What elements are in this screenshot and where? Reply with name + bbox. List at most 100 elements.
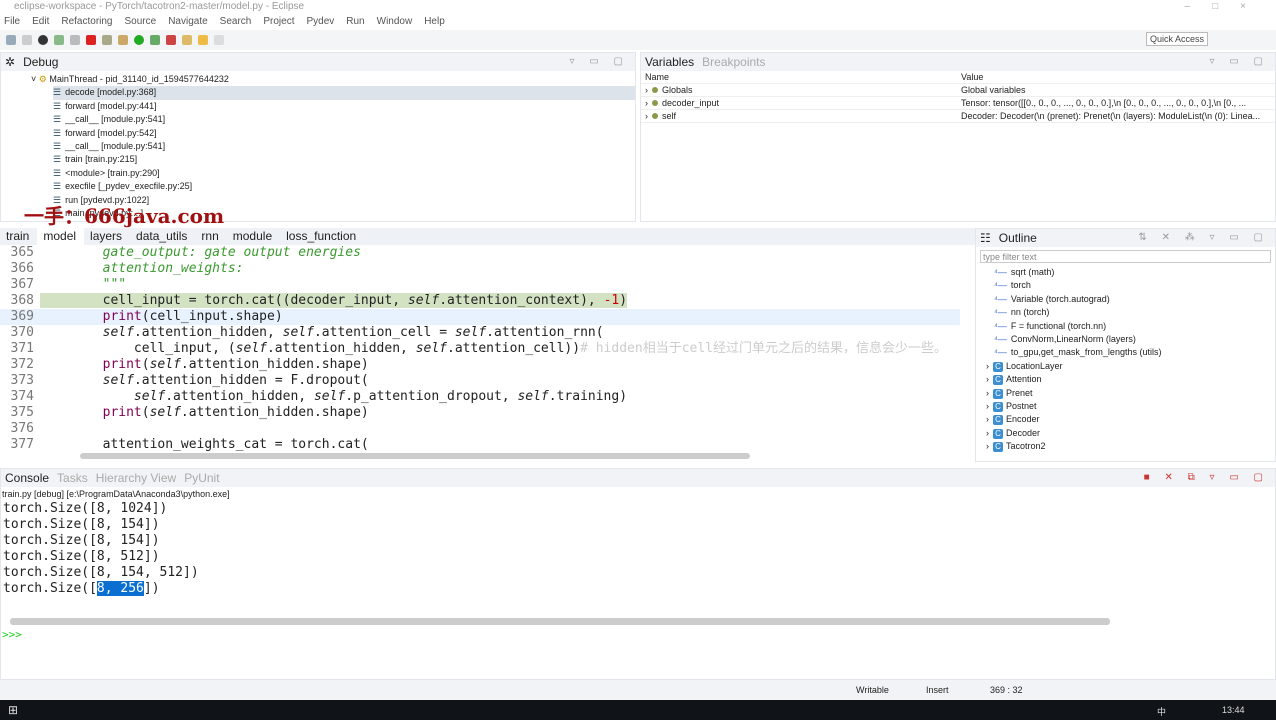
- outline-import[interactable]: ⁴— to_gpu,get_mask_from_lengths (utils): [976, 346, 1275, 359]
- menu-edit[interactable]: Edit: [32, 14, 49, 29]
- menu-window[interactable]: Window: [377, 14, 413, 29]
- line-number: 371: [10, 341, 34, 356]
- view-controls[interactable]: ▿ ▭ ▢: [570, 56, 629, 67]
- console-horizontal-scrollbar[interactable]: [10, 618, 1110, 625]
- expand-icon[interactable]: ›: [986, 374, 989, 384]
- menu-project[interactable]: Project: [263, 14, 294, 29]
- menu-navigate[interactable]: Navigate: [168, 14, 207, 29]
- stack-frame[interactable]: ☰ <module> [train.py:290]: [53, 167, 635, 180]
- menu-pydev[interactable]: Pydev: [306, 14, 334, 29]
- step-into-icon[interactable]: [102, 35, 112, 45]
- stack-frame[interactable]: ☰ __call__ [module.py:541]: [53, 113, 635, 126]
- stack-frame[interactable]: ☰ decode [model.py:368]: [53, 86, 635, 100]
- tab-breakpoints[interactable]: Breakpoints: [702, 55, 765, 69]
- expand-icon[interactable]: ›: [986, 361, 989, 371]
- quick-access-field[interactable]: Quick Access: [1145, 32, 1208, 46]
- expand-icon[interactable]: ›: [645, 98, 648, 108]
- thread-item[interactable]: ˅ ⚙ MainThread - pid_31140_id_1594577644…: [31, 73, 635, 86]
- expand-icon[interactable]: ›: [986, 388, 989, 398]
- tab-loss_function[interactable]: loss_function: [280, 228, 364, 245]
- code-editor[interactable]: 365 gate_output: gate output energies 366…: [0, 245, 960, 451]
- tab-train[interactable]: train: [0, 228, 37, 245]
- menu-refactoring[interactable]: Refactoring: [61, 14, 112, 29]
- debug-config-icon[interactable]: [38, 35, 48, 45]
- suspend-icon[interactable]: [70, 35, 80, 45]
- code-token: self: [149, 405, 181, 420]
- expand-icon[interactable]: ›: [986, 428, 989, 438]
- tab-layers[interactable]: layers: [84, 228, 130, 245]
- tab-tasks[interactable]: Tasks: [57, 471, 88, 485]
- coverage-icon[interactable]: [150, 35, 160, 45]
- save-icon[interactable]: [22, 35, 32, 45]
- expand-icon[interactable]: ›: [986, 401, 989, 411]
- terminate-icon[interactable]: [86, 35, 96, 45]
- variable-row[interactable]: › Globals Global variables: [641, 83, 1275, 97]
- forward-icon[interactable]: [214, 35, 224, 45]
- outline-import[interactable]: ⁴— ConvNorm,LinearNorm (layers): [976, 333, 1275, 346]
- menu-source[interactable]: Source: [125, 14, 157, 29]
- outline-import[interactable]: ⁴— Variable (torch.autograd): [976, 293, 1275, 306]
- windows-start-icon[interactable]: ⊞: [8, 703, 18, 717]
- class-icon: C: [993, 415, 1003, 426]
- run-icon[interactable]: [134, 35, 144, 45]
- clock[interactable]: 13:44: [1222, 705, 1245, 715]
- console-controls[interactable]: ■ ✕ ⧉ ▿ ▭ ▢: [1144, 472, 1269, 483]
- resume-icon[interactable]: [54, 35, 64, 45]
- outline-class[interactable]: › C Tacotron2: [976, 440, 1275, 453]
- code-token: print: [102, 405, 142, 420]
- stack-frame[interactable]: ☰ forward [model.py:542]: [53, 127, 635, 140]
- tab-rnn[interactable]: rnn: [195, 228, 226, 245]
- stack-frame[interactable]: ☰ train [train.py:215]: [53, 153, 635, 166]
- editor-horizontal-scrollbar[interactable]: [80, 453, 750, 459]
- outline-import[interactable]: ⁴— nn (torch): [976, 306, 1275, 319]
- variable-row[interactable]: › self Decoder: Decoder(\n (prenet): Prene…: [641, 109, 1275, 123]
- back-icon[interactable]: [198, 35, 208, 45]
- menu-run[interactable]: Run: [346, 14, 364, 29]
- step-over-icon[interactable]: [118, 35, 128, 45]
- outline-import[interactable]: ⁴— torch: [976, 279, 1275, 292]
- menu-help[interactable]: Help: [424, 14, 445, 29]
- tab-pyunit[interactable]: PyUnit: [184, 471, 219, 485]
- menu-search[interactable]: Search: [220, 14, 252, 29]
- tab-outline[interactable]: Outline: [999, 231, 1037, 245]
- expand-icon[interactable]: ›: [986, 414, 989, 424]
- outline-import[interactable]: ⁴— sqrt (math): [976, 266, 1275, 279]
- stack-frame[interactable]: ☰ __call__ [module.py:541]: [53, 140, 635, 153]
- tab-debug[interactable]: Debug: [23, 55, 58, 69]
- tab-console[interactable]: Console: [5, 471, 49, 485]
- tab-variables[interactable]: Variables: [645, 55, 694, 69]
- ime-indicator[interactable]: 中: [1157, 705, 1166, 718]
- external-tools-icon[interactable]: [166, 35, 176, 45]
- title-bar: eclipse-workspace - PyTorch/tacotron2-ma…: [0, 0, 1276, 14]
- tab-module[interactable]: module: [227, 228, 280, 245]
- view-controls[interactable]: ▿ ▭ ▢: [1210, 56, 1269, 67]
- outline-class[interactable]: › C Postnet: [976, 400, 1275, 413]
- tab-data_utils[interactable]: data_utils: [130, 228, 195, 245]
- status-writable: Writable: [856, 685, 889, 695]
- tab-hierarchy-view[interactable]: Hierarchy View: [96, 471, 176, 485]
- outline-class[interactable]: › C Attention: [976, 373, 1275, 386]
- console-prompt[interactable]: >>>: [2, 628, 22, 641]
- tab-model[interactable]: model: [37, 228, 85, 245]
- outline-filter-input[interactable]: type filter text: [980, 250, 1271, 263]
- outline-class[interactable]: › C Encoder: [976, 413, 1275, 426]
- outline-controls[interactable]: ⇅ ✕ ⁂ ▿ ▭ ▢: [1138, 232, 1269, 243]
- window-controls[interactable]: –□×: [1185, 0, 1268, 14]
- expand-icon[interactable]: ›: [645, 85, 648, 95]
- class-icon: C: [993, 375, 1003, 386]
- outline-class[interactable]: › C LocationLayer: [976, 360, 1275, 373]
- menu-file[interactable]: File: [4, 14, 20, 29]
- stack-frame[interactable]: ☰ forward [model.py:441]: [53, 100, 635, 113]
- outline-class[interactable]: › C Prenet: [976, 387, 1275, 400]
- expand-icon[interactable]: ›: [986, 441, 989, 451]
- variable-row[interactable]: › decoder_input Tensor: tensor([[0., 0., 0…: [641, 96, 1275, 110]
- selected-text[interactable]: 8, 256: [96, 581, 144, 596]
- open-folder-icon[interactable]: [182, 35, 192, 45]
- expand-icon[interactable]: ›: [645, 111, 648, 121]
- new-icon[interactable]: [6, 35, 16, 45]
- outline-class[interactable]: › C Decoder: [976, 427, 1275, 440]
- stack-frame[interactable]: ☰ execfile [_pydev_execfile.py:25]: [53, 180, 635, 193]
- code-token: self: [235, 341, 267, 356]
- outline-import[interactable]: ⁴— F = functional (torch.nn): [976, 320, 1275, 333]
